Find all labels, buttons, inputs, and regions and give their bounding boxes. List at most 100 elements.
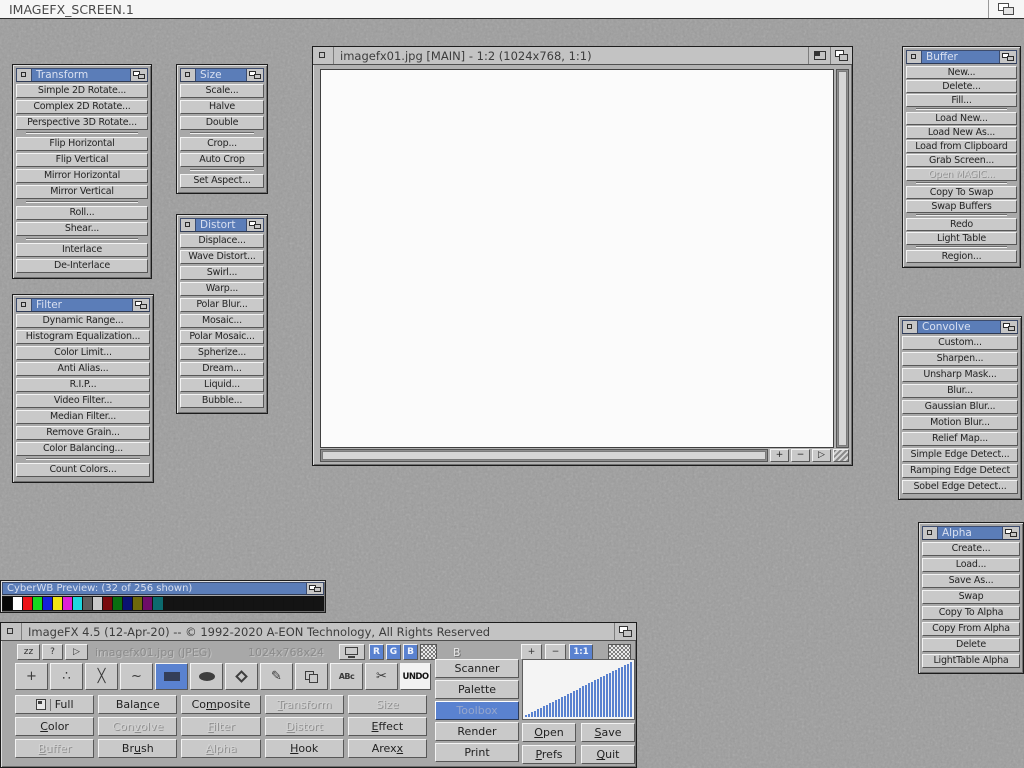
depth-icon[interactable] [306,583,323,594]
panel-button[interactable]: Count Colors... [16,463,150,477]
panel-button[interactable]: Relief Map... [902,432,1018,446]
panel-button[interactable]: Create... [922,542,1020,556]
panel-button[interactable]: Perspective 3D Rotate... [16,116,148,130]
close-icon[interactable] [181,219,196,231]
quit-button[interactable]: Quit [581,745,635,764]
panel-button[interactable]: Copy To Alpha [922,606,1020,620]
palette-swatch[interactable] [254,597,263,610]
panel-button[interactable]: Scale... [180,84,264,98]
panel-button[interactable]: Polar Blur... [180,298,264,312]
screen-titlebar[interactable]: IMAGEFX_SCREEN.1 [0,0,1024,19]
scissors-tool[interactable]: ✂ [365,663,398,690]
zoom-in-button[interactable]: + [770,449,789,462]
panel-button[interactable]: Auto Crop [180,153,264,167]
panel-button[interactable]: Simple Edge Detect... [902,448,1018,462]
panel-button[interactable]: Double [180,116,264,130]
panel-titlebar[interactable]: Distort [180,218,264,232]
panel-button[interactable]: Mosaic... [180,314,264,328]
panel-button[interactable]: Sharpen... [902,352,1018,366]
panel-button[interactable]: Save As... [922,574,1020,588]
palette-swatch[interactable] [3,597,12,610]
pattern-icon[interactable] [608,644,631,660]
vertical-scrollbar[interactable] [836,69,849,448]
close-icon[interactable] [907,51,922,63]
panel-titlebar[interactable]: Alpha [922,526,1020,540]
move-tool[interactable]: + [15,663,48,690]
panel-button[interactable]: Gaussian Blur... [902,400,1018,414]
panel-button[interactable]: Custom... [902,336,1018,350]
run-button[interactable]: ▷ [65,644,88,660]
palette-swatch[interactable] [314,597,323,610]
palette-swatch[interactable] [53,597,62,610]
palette-swatch[interactable] [304,597,313,610]
zoom-gadget-icon[interactable] [808,47,830,64]
palette-swatch[interactable] [93,597,102,610]
open-button[interactable]: Open [522,723,576,742]
panel-button[interactable]: Copy From Alpha [922,622,1020,636]
palette-swatch[interactable] [143,597,152,610]
text-tool[interactable]: ABc [330,663,363,690]
palette-swatch[interactable] [274,597,283,610]
polygon-tool[interactable] [225,663,258,690]
palette-window-titlebar[interactable]: CyberWB Preview: (32 of 256 shown) [2,582,324,595]
panel-button[interactable]: Mirror Horizontal [16,169,148,183]
panel-button[interactable]: De-Interlace [16,259,148,273]
palette-swatch[interactable] [73,597,82,610]
sleep-button[interactable]: zz [17,644,40,660]
close-icon[interactable] [313,47,334,64]
red-channel-button[interactable]: R [369,644,384,660]
close-icon[interactable] [181,69,196,81]
palette-button[interactable]: Palette [435,680,519,699]
palette-swatch[interactable] [83,597,92,610]
line-tool[interactable]: ╳ [85,663,118,690]
depth-icon[interactable] [1000,321,1017,333]
zoom-out-button[interactable]: − [791,449,810,462]
green-channel-button[interactable]: G [386,644,401,660]
panel-button[interactable]: Motion Blur... [902,416,1018,430]
palette-swatch[interactable] [13,597,22,610]
panel-titlebar[interactable]: Buffer [906,50,1017,64]
panel-titlebar[interactable]: Size [180,68,264,82]
depth-icon[interactable] [246,219,263,231]
close-icon[interactable] [903,321,918,333]
panel-button[interactable]: Video Filter... [16,394,150,408]
rectangle-tool[interactable] [155,663,188,690]
depth-icon[interactable] [830,47,852,64]
resize-grip[interactable] [833,449,849,462]
panel-button[interactable]: Dream... [180,362,264,376]
panel-button[interactable]: Interlace [16,243,148,257]
panel-button[interactable]: Roll... [16,206,148,220]
panel-button[interactable]: Remove Grain... [16,426,150,440]
panel-button[interactable]: Flip Vertical [16,153,148,167]
balance-button[interactable]: Balance [98,695,177,714]
depth-icon[interactable] [132,299,149,311]
freehand-tool[interactable]: ✎ [260,663,293,690]
toolbox-button[interactable]: Toolbox [435,701,519,720]
panel-button[interactable]: Histogram Equalization... [16,330,150,344]
undo-button[interactable]: UNDO [400,663,431,690]
image-window-titlebar[interactable]: imagefx01.jpg [MAIN] - 1:2 (1024x768, 1:… [313,47,852,65]
panel-titlebar[interactable]: Filter [16,298,150,312]
panel-button[interactable]: Unsharp Mask... [902,368,1018,382]
arexx-button[interactable]: Arexx [348,739,427,758]
panel-button[interactable]: LightTable Alpha [922,654,1020,668]
print-button[interactable]: Print [435,743,519,762]
composite-button[interactable]: Composite [181,695,260,714]
panel-button[interactable]: Load New... [906,112,1017,125]
panel-button[interactable]: Complex 2D Rotate... [16,100,148,114]
panel-button[interactable]: Bubble... [180,394,264,408]
full-button[interactable]: Full [15,695,94,714]
palette-swatch[interactable] [103,597,112,610]
pan-button[interactable]: ▷ [812,449,831,462]
help-button[interactable]: ? [42,644,63,660]
panel-button[interactable]: Copy To Swap [906,186,1017,199]
panel-button[interactable]: Anti Alias... [16,362,150,376]
panel-button[interactable]: Wave Distort... [180,250,264,264]
save-button[interactable]: Save [581,723,635,742]
close-icon[interactable] [17,69,32,81]
brush-button[interactable]: Brush [98,739,177,758]
palette-swatch[interactable] [133,597,142,610]
panel-button[interactable]: Load from Clipboard [906,140,1017,153]
render-button[interactable]: Render [435,722,519,741]
image-canvas[interactable] [320,69,834,448]
